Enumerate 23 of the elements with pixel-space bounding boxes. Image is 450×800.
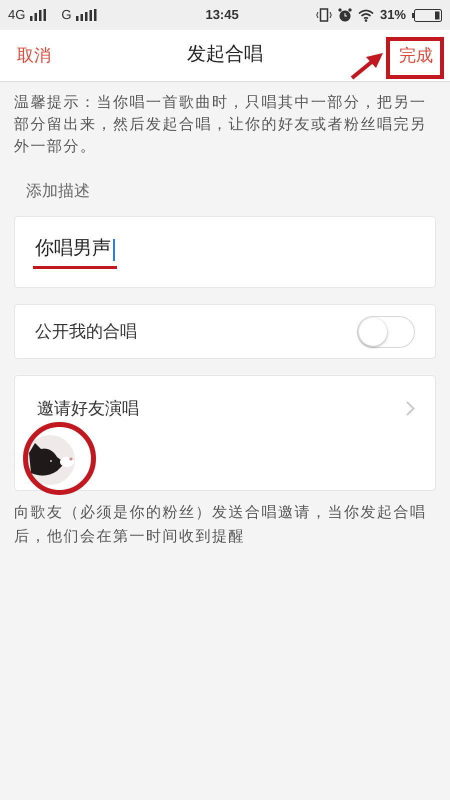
done-button[interactable]: 完成 — [397, 42, 433, 68]
clock: 13:45 — [205, 6, 239, 24]
invite-card[interactable]: 邀请好友演唱 — [14, 375, 436, 491]
description-field[interactable]: 你唱男声 — [33, 235, 117, 269]
section-label: 添加描述 — [25, 182, 91, 202]
chevron-icon — [406, 401, 415, 416]
network-label: G — [61, 6, 72, 24]
cancel-button[interactable]: 取消 — [17, 42, 77, 68]
page-title: 发起合唱 — [186, 43, 264, 68]
annotation-arrow — [350, 52, 384, 80]
invite-note: 向歌友（必须是你的粉丝）发送合唱邀请，当你发起合唱后，他们会在第一时间收到提醒 — [13, 503, 428, 547]
public-toggle[interactable] — [357, 316, 415, 348]
alarm-icon — [338, 8, 352, 22]
signal-icon — [75, 9, 98, 21]
battery-icon — [412, 8, 442, 22]
network-label: 4G — [8, 6, 26, 24]
battery-percent: 31% — [380, 6, 406, 24]
vibrate-icon — [316, 8, 332, 22]
public-label: 公开我的合唱 — [35, 320, 138, 343]
invite-label: 邀请好友演唱 — [37, 398, 140, 420]
wifi-icon — [358, 8, 374, 22]
hint-text: 温馨提示：当你唱一首歌曲时，只唱其中一部分，把另一部分留出来，然后发起合唱，让你的好友或者粉丝唱完另外一部分。 — [13, 93, 428, 157]
highlight-frame — [386, 37, 444, 79]
